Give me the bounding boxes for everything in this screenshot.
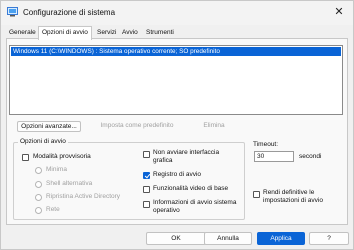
network-label: Rete	[46, 206, 60, 213]
boot-options-group-label: Opzioni di avvio	[18, 138, 68, 145]
safe-boot-label: Modalità provvisoria	[33, 153, 91, 160]
network-radio[interactable]	[35, 207, 42, 214]
apply-button[interactable]: Applica	[257, 232, 305, 245]
ad-repair-radio[interactable]	[35, 194, 42, 201]
timeout-unit-label: secondi	[299, 153, 322, 160]
advanced-options-button[interactable]: Opzioni avanzate...	[17, 121, 81, 132]
system-config-window: Configurazione di sistema ✕ Generale Opz…	[0, 0, 354, 250]
base-video-checkbox[interactable]	[143, 186, 150, 193]
boot-entry-selected[interactable]: Windows 11 (C:\WINDOWS) : Sistema operat…	[11, 47, 341, 56]
no-gui-boot-label: Non avviare interfaccia grafica	[153, 149, 220, 164]
timeout-label: Timeout:	[253, 141, 279, 148]
permanent-settings-label: Rendi definitive le impostazioni di avvi…	[263, 189, 323, 204]
safe-boot-checkbox[interactable]	[22, 154, 29, 161]
cancel-button[interactable]: Annulla	[204, 232, 252, 245]
no-gui-boot-checkbox[interactable]	[143, 151, 150, 158]
system-config-app-icon	[7, 7, 18, 17]
boot-entries-list[interactable]: Windows 11 (C:\WINDOWS) : Sistema operat…	[9, 45, 343, 115]
permanent-settings-checkbox[interactable]	[253, 191, 260, 198]
tab-opzioni-di-avvio[interactable]: Opzioni di avvio	[38, 26, 92, 40]
alternate-shell-label: Shell alternativa	[46, 180, 93, 187]
boot-log-checkbox[interactable]	[143, 172, 150, 179]
ad-repair-label: Ripristina Active Directory	[46, 193, 121, 200]
ok-button[interactable]: OK	[146, 232, 206, 245]
minimal-label: Minima	[46, 166, 67, 173]
boot-log-label: Registro di avvio	[153, 171, 202, 178]
base-video-label: Funzionalità video di base	[153, 185, 229, 192]
delete-button[interactable]: Elimina	[193, 121, 235, 132]
minimal-radio[interactable]	[35, 167, 42, 174]
help-button[interactable]: ?	[309, 232, 349, 245]
title-bar: Configurazione di sistema ✕	[1, 1, 353, 25]
set-default-button[interactable]: Imposta come predefinito	[96, 121, 178, 132]
close-icon[interactable]: ✕	[333, 6, 345, 18]
timeout-input[interactable]: 30	[254, 151, 294, 162]
os-boot-info-checkbox[interactable]	[143, 201, 150, 208]
os-boot-info-label: Informazioni di avvio sistema operativo	[153, 199, 237, 214]
window-title: Configurazione di sistema	[23, 8, 116, 17]
alternate-shell-radio[interactable]	[35, 181, 42, 188]
